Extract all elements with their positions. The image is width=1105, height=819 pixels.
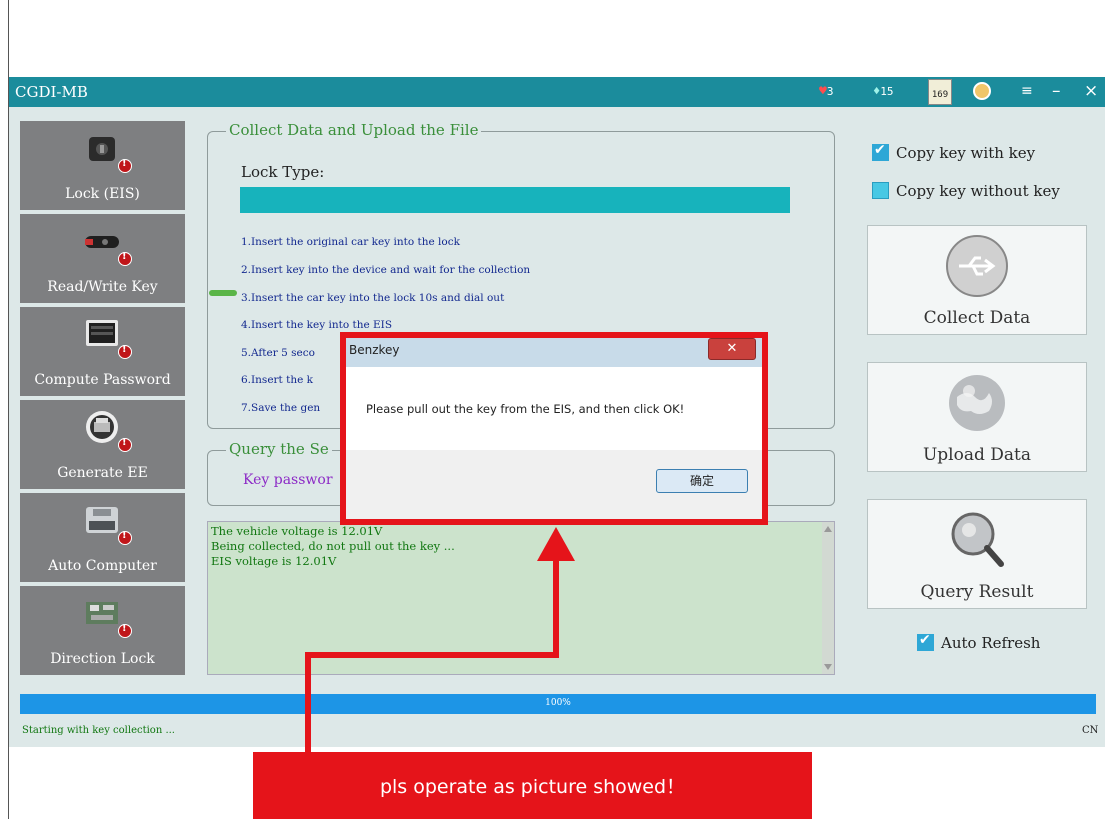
step-1: 1.Insert the original car key into the l…: [241, 236, 460, 248]
dialog-footer: 确定: [346, 450, 762, 519]
progress-bar: 100%: [20, 694, 1096, 714]
auto-refresh-label: Auto Refresh: [941, 634, 1041, 652]
sidebar-item-read-write-key[interactable]: Read/Write Key: [20, 214, 185, 303]
copy-without-key-checkbox[interactable]: [872, 182, 889, 199]
dialog-message: Please pull out the key from the EIS, an…: [366, 402, 685, 416]
annotation-line: [305, 652, 559, 658]
log-line: The vehicle voltage is 12.01V: [211, 524, 383, 538]
scroll-down-icon[interactable]: [824, 664, 832, 670]
auto-refresh-checkbox[interactable]: [917, 632, 934, 651]
computer-icon: [86, 320, 118, 346]
close-icon[interactable]: ×: [1084, 81, 1098, 101]
ecu-icon: [86, 507, 118, 533]
key-password-label: Key passwor: [243, 472, 333, 488]
dialog-title-bar: Benzkey ✕: [346, 338, 762, 367]
log-line: Being collected, do not pull out the key…: [211, 539, 455, 553]
calendar-number: 169: [931, 90, 949, 100]
sidebar-item-label: Lock (EIS): [65, 186, 140, 202]
sidebar-item-label: Auto Computer: [48, 558, 157, 574]
step-2: 2.Insert key into the device and wait fo…: [241, 264, 531, 276]
warning-icon: [118, 251, 132, 266]
benzkey-dialog: Benzkey ✕ Please pull out the key from t…: [346, 338, 762, 519]
sidebar-item-label: Read/Write Key: [47, 279, 158, 295]
lock-type-label: Lock Type:: [241, 163, 325, 181]
warning-icon: [118, 344, 132, 359]
car-key-icon: [85, 236, 119, 248]
collect-group-legend: Collect Data and Upload the File: [226, 121, 482, 139]
copy-without-key-label: Copy key without key: [896, 182, 1060, 200]
sidebar-item-compute-password[interactable]: Compute Password: [20, 307, 185, 396]
globe-icon: [949, 375, 1005, 431]
warning-icon: [118, 437, 132, 452]
sidebar-item-label: Compute Password: [34, 372, 171, 388]
step-5: 5.After 5 seco: [241, 347, 315, 359]
upload-data-label: Upload Data: [922, 445, 1032, 465]
scroll-up-icon[interactable]: [824, 526, 832, 532]
warning-icon: [118, 623, 132, 638]
gem-counter: ♦15: [873, 84, 893, 98]
dialog-close-button[interactable]: ✕: [708, 338, 756, 360]
menu-icon[interactable]: ≡: [1021, 83, 1033, 99]
minimize-icon[interactable]: –: [1052, 81, 1061, 101]
heart-count: 3: [826, 85, 834, 98]
query-result-button[interactable]: Query Result: [867, 499, 1087, 609]
warning-icon: [118, 530, 132, 545]
step-7: 7.Save the gen: [241, 402, 321, 414]
window-title: CGDI-MB: [15, 83, 88, 101]
copy-with-key-checkbox[interactable]: [872, 142, 889, 161]
log-scrollbar[interactable]: [822, 522, 834, 674]
progress-label: 100%: [545, 698, 571, 708]
status-text: Starting with key collection ...: [22, 725, 175, 736]
medal-icon[interactable]: [973, 82, 991, 100]
step-3: 3.Insert the car key into the lock 10s a…: [241, 292, 505, 304]
instruction-text: pls operate as picture showed！: [379, 776, 686, 798]
collect-data-button[interactable]: Collect Data: [867, 225, 1087, 335]
query-result-label: Query Result: [920, 582, 1034, 602]
circuit-board-icon: [86, 602, 118, 624]
warning-icon: [118, 158, 132, 173]
step-4: 4.Insert the key into the EIS: [241, 319, 393, 331]
sidebar-item-direction-lock[interactable]: Direction Lock: [20, 586, 185, 675]
collect-data-label: Collect Data: [923, 308, 1031, 328]
query-group-legend: Query the Se: [226, 440, 332, 458]
annotation-line: [553, 558, 559, 658]
sidebar-item-generate-ee[interactable]: Generate EE: [20, 400, 185, 489]
sidebar-item-label: Direction Lock: [50, 651, 155, 667]
step-6: 6.Insert the k: [241, 374, 314, 386]
current-step-arrow-icon: [209, 290, 237, 296]
sidebar-item-auto-computer[interactable]: Auto Computer: [20, 493, 185, 582]
usb-icon: [946, 235, 1008, 297]
annotation-arrow-head: [537, 527, 575, 561]
calendar-icon[interactable]: 169: [928, 79, 952, 105]
lock-type-field: [240, 187, 790, 213]
heart-icon: ♥: [819, 84, 827, 99]
magnifier-globe-icon: [951, 512, 1004, 567]
instruction-banner: pls operate as picture showed！: [253, 752, 812, 819]
log-line: EIS voltage is 12.01V: [211, 554, 337, 568]
copy-with-key-label: Copy key with key: [896, 144, 1036, 162]
annotation-line: [305, 652, 311, 752]
language-indicator[interactable]: CN: [1082, 725, 1098, 736]
sidebar-item-lock-eis[interactable]: Lock (EIS): [20, 121, 185, 210]
gem-count: 15: [880, 85, 894, 98]
title-bar: CGDI-MB ♥3 ♦15 169 ≡ – ×: [9, 77, 1105, 107]
dialog-ok-button[interactable]: 确定: [656, 469, 748, 493]
sidebar-item-label: Generate EE: [57, 465, 148, 481]
lock-icon: [89, 137, 115, 161]
dialog-title: Benzkey: [349, 343, 400, 357]
printer-icon: [86, 411, 118, 443]
heart-counter: ♥3: [819, 84, 833, 99]
upload-data-button[interactable]: Upload Data: [867, 362, 1087, 472]
